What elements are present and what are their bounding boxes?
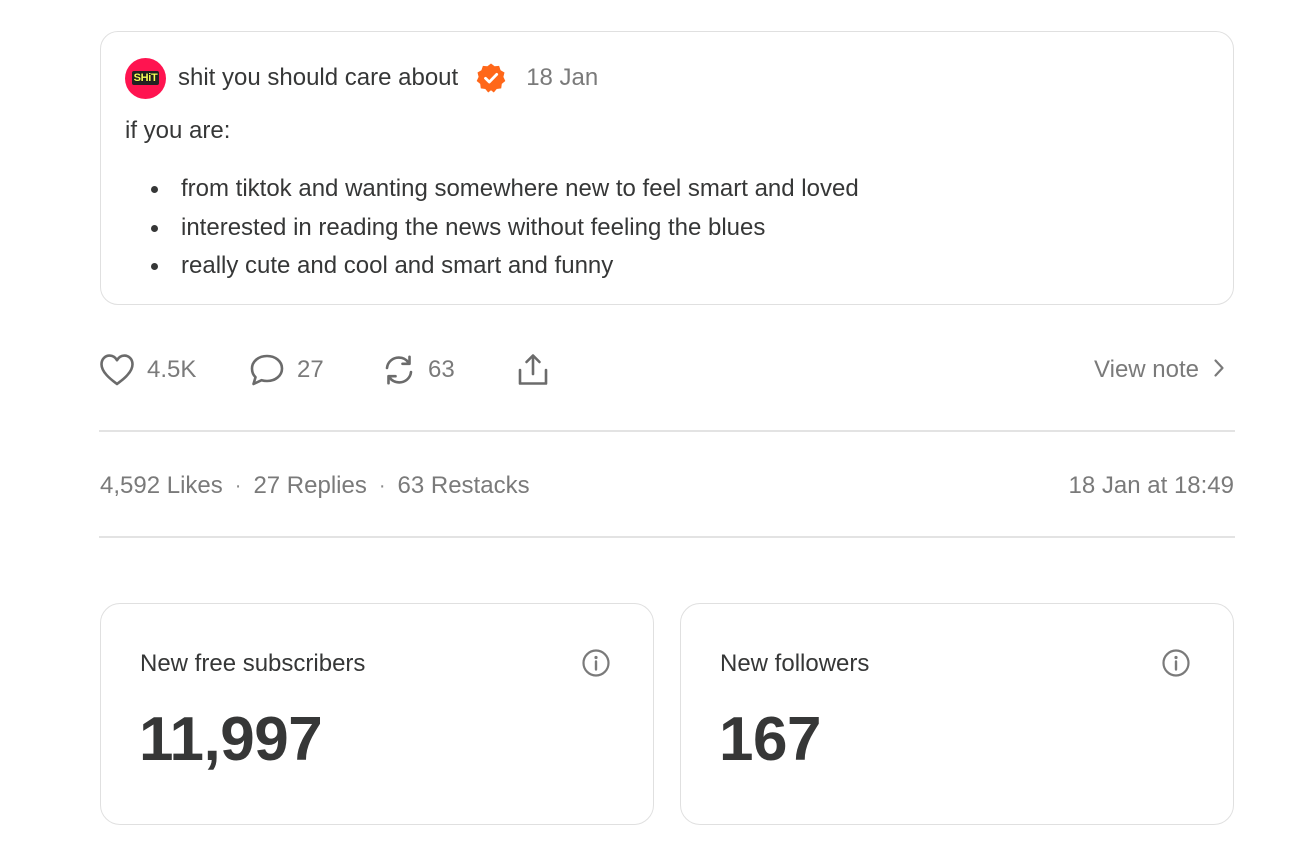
- metric-card-new-followers: New followers 167: [680, 603, 1234, 825]
- share-button[interactable]: [515, 350, 551, 390]
- like-button[interactable]: 4.5K: [99, 350, 196, 390]
- comment-icon: [249, 352, 285, 388]
- avatar[interactable]: SHiT: [125, 57, 166, 99]
- note-detail-page: SHiT shit you should care about 18 Jan i…: [0, 0, 1290, 844]
- separator: ·: [378, 474, 386, 497]
- metric-card-free-subscribers: New free subscribers 11,997: [100, 603, 654, 825]
- note-header: SHiT shit you should care about 18 Jan: [125, 57, 598, 99]
- avatar-logo-text: SHiT: [131, 71, 160, 85]
- divider: [99, 536, 1235, 538]
- likes-stat[interactable]: 4,592 Likes: [100, 472, 223, 500]
- author-name[interactable]: shit you should care about: [178, 64, 458, 92]
- info-icon[interactable]: [581, 648, 611, 678]
- separator: ·: [234, 474, 242, 497]
- engagement-stats: 4,592 Likes · 27 Replies · 63 Restacks 1…: [100, 470, 1234, 502]
- quoted-note-card[interactable]: SHiT shit you should care about 18 Jan i…: [100, 31, 1234, 305]
- note-action-bar: 4.5K 27 63 View note: [99, 350, 1235, 390]
- metric-label: New free subscribers: [140, 650, 366, 677]
- view-note-label: View note: [1094, 356, 1199, 383]
- post-timestamp: 18 Jan at 18:49: [1068, 472, 1234, 499]
- restack-icon: [382, 353, 416, 387]
- list-item: interested in reading the news without f…: [125, 209, 859, 248]
- reply-count: 27: [297, 356, 324, 383]
- like-count: 4.5K: [147, 356, 197, 383]
- list-item: really cute and cool and smart and funny: [125, 247, 859, 286]
- reply-button[interactable]: 27: [249, 350, 324, 390]
- restacks-stat[interactable]: 63 Restacks: [398, 472, 530, 500]
- info-icon[interactable]: [1161, 648, 1191, 678]
- list-item: from tiktok and wanting somewhere new to…: [125, 170, 859, 209]
- metric-label: New followers: [720, 650, 870, 677]
- restack-button[interactable]: 63: [382, 350, 455, 390]
- note-date: 18 Jan: [526, 64, 599, 91]
- share-icon: [515, 352, 551, 388]
- replies-stat[interactable]: 27 Replies: [253, 472, 366, 500]
- metric-value: 167: [719, 705, 821, 774]
- verified-badge-icon: [475, 62, 507, 94]
- view-note-link[interactable]: View note: [1094, 350, 1225, 390]
- note-bullet-list: from tiktok and wanting somewhere new to…: [125, 170, 859, 286]
- note-intro: if you are:: [125, 117, 231, 144]
- metric-value: 11,997: [139, 705, 323, 774]
- divider: [99, 430, 1235, 432]
- chevron-right-icon: [1213, 358, 1225, 383]
- restack-count: 63: [428, 356, 455, 383]
- heart-icon: [99, 353, 135, 387]
